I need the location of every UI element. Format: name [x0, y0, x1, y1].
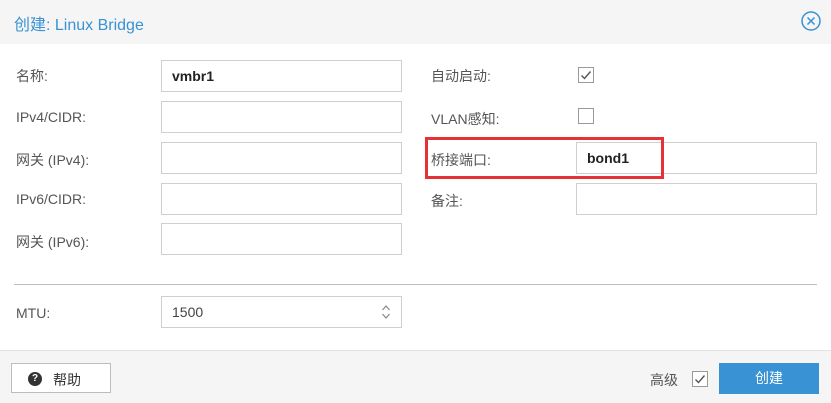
create-linux-bridge-dialog: 创建: Linux Bridge 名称: vmbr1 IPv4/CIDR: 网关… [0, 0, 831, 403]
help-button-label: 帮助 [53, 372, 81, 388]
check-icon [581, 71, 592, 80]
dialog-titlebar: 创建: Linux Bridge [0, 0, 831, 44]
name-label: 名称: [16, 68, 48, 84]
name-input[interactable]: vmbr1 [161, 60, 402, 92]
advanced-label: 高级 [650, 372, 678, 388]
gateway-ipv4-input[interactable] [161, 142, 402, 174]
advanced-checkbox[interactable] [692, 371, 708, 387]
bridge-ports-label: 桥接端口: [431, 152, 491, 168]
gateway-ipv4-label: 网关 (IPv4): [16, 152, 90, 168]
vlan-aware-label: VLAN感知: [431, 111, 500, 127]
mtu-label: MTU: [16, 305, 51, 321]
ipv4-cidr-input[interactable] [161, 101, 402, 133]
close-button[interactable] [800, 10, 822, 32]
dialog-title: 创建: Linux Bridge [14, 17, 144, 34]
vlan-aware-checkbox[interactable] [578, 108, 594, 124]
comment-label: 备注: [431, 193, 463, 209]
autostart-label: 自动启动: [431, 68, 491, 84]
gateway-ipv6-label: 网关 (IPv6): [16, 234, 90, 250]
ipv6-cidr-label: IPv6/CIDR: [16, 191, 87, 207]
comment-input[interactable] [576, 183, 817, 215]
check-icon [695, 375, 706, 384]
question-circle-icon: ? [28, 372, 42, 386]
gateway-ipv6-input[interactable] [161, 223, 402, 255]
autostart-checkbox[interactable] [578, 67, 594, 83]
create-button[interactable]: 创建 [719, 363, 819, 394]
mtu-input[interactable]: 1500 [161, 296, 402, 328]
dialog-footer: ? 帮助 高级 创建 [0, 350, 831, 403]
help-button[interactable]: ? 帮助 [11, 363, 111, 393]
ipv4-cidr-label: IPv4/CIDR: [16, 109, 87, 125]
ipv6-cidr-input[interactable] [161, 183, 402, 215]
spinner-arrows-icon[interactable] [381, 303, 391, 321]
bridge-ports-input[interactable]: bond1 [576, 142, 817, 174]
circle-x-icon [801, 11, 821, 31]
section-divider [14, 284, 817, 285]
mtu-value: 1500 [172, 304, 204, 320]
